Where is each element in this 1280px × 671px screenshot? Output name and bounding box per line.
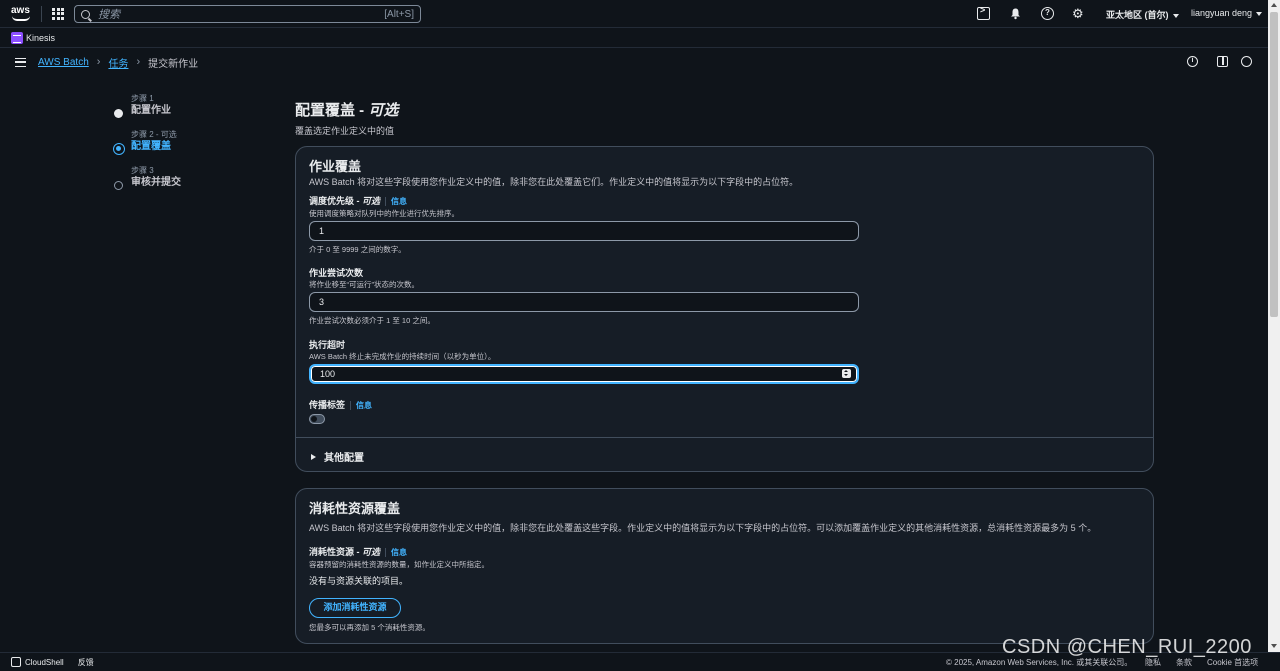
- add-resource-hint: 您最多可以再添加 5 个消耗性资源。: [309, 623, 430, 632]
- propagate-tags-field: 传播标签 信息: [309, 399, 861, 412]
- clock-icon[interactable]: [1241, 56, 1252, 67]
- step-3[interactable]: 步骤 3 审核并提交: [113, 165, 283, 201]
- execution-timeout-value: 100: [320, 369, 336, 379]
- page-scrollbar[interactable]: [1268, 0, 1280, 652]
- account-menu[interactable]: liangyuan deng: [1191, 8, 1263, 18]
- step-1[interactable]: 步骤 1 配置作业: [113, 93, 283, 129]
- help-icon[interactable]: ?: [1041, 7, 1054, 20]
- execution-timeout-description: AWS Batch 终止未完成作业的持续时间（以秒为单位）。: [309, 352, 496, 361]
- job-attempts-hint: 作业尝试次数必须介于 1 至 10 之间。: [309, 316, 435, 325]
- execution-timeout-field: 执行超时 AWS Batch 终止未完成作业的持续时间（以秒为单位）。 100: [309, 339, 861, 384]
- step-label: 步骤 1: [131, 94, 154, 103]
- step-2[interactable]: 步骤 2 - 可选 配置覆盖: [113, 129, 283, 165]
- region-label: 亚太地区 (首尔): [1106, 10, 1169, 20]
- caret-right-icon: [311, 453, 316, 460]
- info-link[interactable]: 信息: [350, 401, 373, 410]
- service-favorites-bar: Kinesis: [0, 28, 1268, 48]
- page-subtitle: 覆盖选定作业定义中的值: [295, 126, 395, 136]
- chevron-right-icon: ›: [136, 56, 141, 68]
- info-link[interactable]: 信息: [385, 548, 408, 557]
- scroll-down-icon[interactable]: [1271, 644, 1277, 648]
- bell-icon[interactable]: [1009, 7, 1022, 20]
- wizard-steps: 步骤 1 配置作业 步骤 2 - 可选 配置覆盖 步骤 3 审核并提交: [113, 93, 283, 201]
- propagate-tags-toggle[interactable]: [309, 414, 325, 424]
- menu-icon[interactable]: [15, 57, 26, 67]
- section-divider: [296, 437, 1153, 438]
- services-menu-icon[interactable]: [52, 7, 64, 20]
- cloudshell-icon: [11, 657, 21, 667]
- scheduling-priority-input[interactable]: 1: [309, 221, 859, 241]
- step-complete-icon: [114, 109, 123, 118]
- top-navigation: aws 搜索 [Alt+S] ? ⚙ 亚太地区 (首尔) liangyuan d…: [0, 0, 1268, 28]
- additional-config-expander[interactable]: 其他配置: [311, 449, 364, 464]
- info-link[interactable]: 信息: [385, 197, 408, 206]
- feedback-link[interactable]: 反馈: [78, 657, 94, 668]
- consumable-override-title: 消耗性资源覆盖: [309, 501, 401, 516]
- scheduling-priority-label: 调度优先级 - 可选 信息: [309, 196, 408, 206]
- step-label: 步骤 3: [131, 166, 154, 175]
- service-shortcut-kinesis[interactable]: Kinesis: [26, 33, 55, 43]
- job-override-panel: 作业覆盖 AWS Batch 将对这些字段使用您作业定义中的值，除非您在此处覆盖…: [295, 146, 1154, 472]
- breadcrumb-aws-batch[interactable]: AWS Batch: [38, 57, 89, 68]
- additional-config-label: 其他配置: [324, 453, 364, 464]
- empty-state-text: 没有与资源关联的项目。: [309, 576, 409, 586]
- job-attempts-field: 作业尝试次数 将作业移至“可运行”状态的次数。 3 作业尝试次数必须介于 1 至…: [309, 267, 861, 326]
- consumable-resource-description: 容器预留的消耗性资源的数量，如作业定义中所指定。: [309, 560, 489, 569]
- page-title-text: 配置覆盖 -: [295, 102, 369, 119]
- scrollbar-thumb[interactable]: [1270, 12, 1278, 317]
- execution-timeout-input[interactable]: 100: [309, 364, 859, 384]
- propagate-tags-label: 传播标签 信息: [309, 400, 373, 410]
- step-label: 步骤 2 - 可选: [131, 130, 177, 139]
- region-selector[interactable]: 亚太地区 (首尔): [1106, 8, 1179, 21]
- gear-icon[interactable]: ⚙: [1072, 7, 1085, 20]
- panel-icon[interactable]: [1217, 56, 1228, 67]
- breadcrumb: AWS Batch › 任务 › 提交新作业 i: [0, 49, 1268, 75]
- kinesis-icon: [11, 31, 23, 44]
- chevron-right-icon: ›: [96, 56, 101, 68]
- step-title: 审核并提交: [131, 177, 181, 188]
- execution-timeout-label: 执行超时: [309, 340, 346, 350]
- job-override-description: AWS Batch 将对这些字段使用您作业定义中的值，除非您在此处覆盖它们。作业…: [309, 177, 799, 187]
- job-attempts-description: 将作业移至“可运行”状态的次数。: [309, 280, 419, 289]
- scroll-up-icon[interactable]: [1271, 3, 1277, 7]
- cloudshell-icon[interactable]: [977, 5, 990, 20]
- step-title: 配置覆盖: [131, 141, 171, 152]
- page-title: 配置覆盖 - 可选: [295, 99, 398, 120]
- search-icon: [81, 9, 90, 19]
- watermark-text: CSDN @CHEN_RUI_2200: [1002, 636, 1252, 658]
- search-shortcut: [Alt+S]: [384, 8, 414, 20]
- step-pending-icon: [114, 181, 123, 190]
- step-title: 配置作业: [131, 105, 171, 116]
- search-input[interactable]: 搜索 [Alt+S]: [74, 5, 421, 23]
- scheduling-priority-hint: 介于 0 至 9999 之间的数字。: [309, 245, 406, 254]
- add-consumable-resource-button[interactable]: 添加消耗性资源: [309, 598, 401, 618]
- aws-logo[interactable]: aws: [11, 5, 33, 23]
- chevron-down-icon: [1256, 11, 1263, 16]
- breadcrumb-jobs[interactable]: 任务: [108, 55, 128, 70]
- scheduling-priority-field: 调度优先级 - 可选 信息 使用调度策略对队列中的作业进行优先排序。 1 介于 0…: [309, 195, 861, 255]
- consumable-resource-override-panel: 消耗性资源覆盖 AWS Batch 将对这些字段使用您作业定义中的值，除非您在此…: [295, 488, 1154, 644]
- number-stepper-icon[interactable]: [842, 369, 851, 378]
- chevron-down-icon: [1172, 13, 1179, 18]
- search-placeholder: 搜索: [98, 9, 120, 21]
- breadcrumb-current: 提交新作业: [148, 58, 199, 70]
- consumable-resource-label: 消耗性资源 - 可选 信息: [309, 547, 408, 557]
- cloudshell-link[interactable]: CloudShell: [25, 658, 64, 667]
- scheduling-priority-description: 使用调度策略对队列中的作业进行优先排序。: [309, 209, 459, 218]
- account-name: liangyuan deng: [1191, 8, 1253, 18]
- job-attempts-input[interactable]: 3: [309, 292, 859, 312]
- consumable-resource-field: 消耗性资源 - 可选 信息 容器预留的消耗性资源的数量，如作业定义中所指定。: [309, 546, 861, 570]
- nav-divider: [41, 5, 42, 22]
- job-override-title: 作业覆盖: [309, 159, 362, 174]
- page-title-optional: 可选: [368, 102, 399, 119]
- job-attempts-label: 作业尝试次数: [309, 268, 364, 278]
- step-current-icon: [113, 143, 125, 155]
- info-icon[interactable]: i: [1187, 56, 1198, 67]
- aws-logo-text: aws: [11, 4, 30, 16]
- consumable-override-description: AWS Batch 将对这些字段使用您作业定义中的值，除非您在此处覆盖这些字段。…: [309, 523, 1097, 533]
